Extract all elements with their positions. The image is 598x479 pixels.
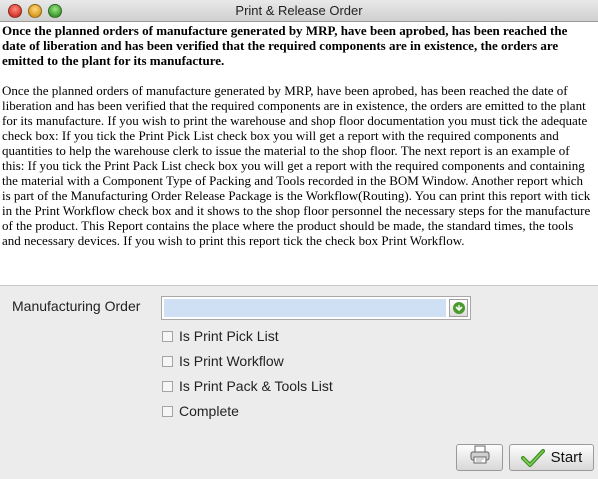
printer-icon	[469, 445, 491, 470]
start-label: Start	[550, 449, 583, 466]
help-panel: Once the planned orders of manufacture g…	[0, 22, 598, 285]
print-workflow-row[interactable]: Is Print Workflow	[162, 352, 284, 370]
complete-row[interactable]: Complete	[162, 402, 239, 420]
manufacturing-order-lookup	[161, 296, 471, 320]
help-body: Once the planned orders of manufacture g…	[2, 83, 591, 248]
print-workflow-label: Is Print Workflow	[179, 353, 284, 369]
print-workflow-checkbox[interactable]	[162, 355, 173, 367]
manufacturing-order-label: Manufacturing Order	[12, 298, 141, 314]
print-pack-tools-list-checkbox[interactable]	[162, 380, 173, 392]
print-pick-list-row[interactable]: Is Print Pick List	[162, 327, 279, 345]
lookup-button[interactable]	[449, 299, 468, 317]
print-pack-tools-list-label: Is Print Pack & Tools List	[179, 378, 333, 394]
print-button[interactable]	[456, 444, 503, 471]
complete-checkbox[interactable]	[162, 405, 173, 417]
window-title: Print & Release Order	[235, 3, 363, 18]
print-pick-list-label: Is Print Pick List	[179, 328, 279, 344]
title-bar: Print & Release Order	[0, 0, 598, 22]
help-header: Once the planned orders of manufacture g…	[2, 23, 568, 68]
start-button[interactable]: Start	[509, 444, 594, 471]
print-pick-list-checkbox[interactable]	[162, 330, 173, 342]
green-arrow-lookup-icon	[452, 302, 465, 314]
divider	[0, 285, 598, 286]
manufacturing-order-input[interactable]	[164, 299, 446, 317]
complete-label: Complete	[179, 403, 239, 419]
green-checkmark-icon	[520, 448, 545, 468]
print-pack-tools-list-row[interactable]: Is Print Pack & Tools List	[162, 377, 333, 395]
